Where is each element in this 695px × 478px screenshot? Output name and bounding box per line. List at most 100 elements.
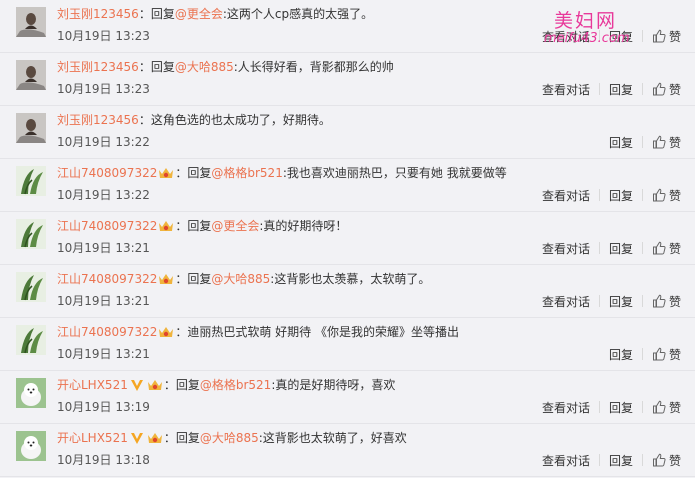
username-link[interactable]: 刘玉刚123456 xyxy=(57,60,139,74)
like-button[interactable]: 赞 xyxy=(652,240,681,257)
comment-actions: 查看对话 回复 赞 xyxy=(542,80,681,98)
comment-actions: 查看对话 回复 赞 xyxy=(542,398,681,416)
view-dialog-button[interactable]: 查看对话 xyxy=(542,452,590,469)
comment-text: :这背影也太羡慕，太软萌了。 xyxy=(270,272,431,286)
comment-text: ：迪丽热巴式软萌 好期待 《你是我的荣耀》坐等播出 xyxy=(175,325,459,339)
username-link[interactable]: 江山7408097322 xyxy=(57,272,157,286)
divider xyxy=(598,83,600,95)
avatar[interactable] xyxy=(16,378,46,408)
comment-item: 开心LHX521 ：回复@大哈885:这背影也太软萌了，好喜欢 10月19日 13… xyxy=(0,424,695,477)
comment-actions: 查看对话 回复 赞 xyxy=(542,451,681,469)
like-label: 赞 xyxy=(668,188,681,203)
thumb-up-icon xyxy=(652,241,666,255)
thumb-up-icon xyxy=(652,135,666,149)
mention-link[interactable]: @大哈885 xyxy=(175,60,234,74)
comment-text: :真的好期待呀！ xyxy=(259,219,348,233)
like-button[interactable]: 赞 xyxy=(652,452,681,469)
view-dialog-button[interactable]: 查看对话 xyxy=(542,293,590,310)
view-dialog-button[interactable]: 查看对话 xyxy=(542,187,590,204)
thumb-up-icon xyxy=(652,82,666,96)
reply-button[interactable]: 回复 xyxy=(609,187,633,204)
like-label: 赞 xyxy=(668,135,681,150)
avatar[interactable] xyxy=(16,219,46,249)
like-label: 赞 xyxy=(668,453,681,468)
username-link[interactable]: 江山7408097322 xyxy=(57,325,157,339)
avatar[interactable] xyxy=(16,60,46,90)
reply-button[interactable]: 回复 xyxy=(609,399,633,416)
mention-link[interactable]: @更全会 xyxy=(211,219,259,233)
view-dialog-button[interactable]: 查看对话 xyxy=(542,399,590,416)
avatar[interactable] xyxy=(16,325,46,355)
mention-link[interactable]: @大哈885 xyxy=(200,431,259,445)
comment-item: 刘玉刚123456：这角色选的也太成功了，好期待。 10月19日 13:22 回… xyxy=(0,106,695,159)
divider xyxy=(641,454,643,466)
comment-timestamp: 10月19日 13:22 xyxy=(57,135,150,149)
username-link[interactable]: 刘玉刚123456 xyxy=(57,7,139,21)
mention-link[interactable]: @格格br521 xyxy=(200,378,271,392)
comment-text: :我也喜欢迪丽热巴，只要有她 我就要做等 xyxy=(282,166,507,180)
avatar[interactable] xyxy=(16,166,46,196)
username-link[interactable]: 开心LHX521 xyxy=(57,431,128,445)
like-label: 赞 xyxy=(668,82,681,97)
comment-timestamp: 10月19日 13:18 xyxy=(57,453,150,467)
view-dialog-button[interactable]: 查看对话 xyxy=(542,81,590,98)
reply-prefix: ：回复 xyxy=(138,60,175,74)
mention-link[interactable]: @格格br521 xyxy=(211,166,282,180)
comment-item: 江山7408097322 ：回复@大哈885:这背影也太羡慕，太软萌了。 10月1… xyxy=(0,265,695,318)
mention-link[interactable]: @大哈885 xyxy=(211,272,270,286)
thumb-up-icon xyxy=(652,347,666,361)
comment-timestamp: 10月19日 13:22 xyxy=(57,188,150,202)
comment-line: 江山7408097322 ：回复@大哈885:这背影也太羡慕，太软萌了。 xyxy=(57,270,685,288)
divider xyxy=(641,189,643,201)
reply-button[interactable]: 回复 xyxy=(609,452,633,469)
thumb-up-icon xyxy=(652,294,666,308)
verified-v-icon xyxy=(130,433,143,444)
avatar[interactable] xyxy=(16,272,46,302)
comment-actions: 查看对话 回复 赞 xyxy=(542,27,681,45)
reply-button[interactable]: 回复 xyxy=(609,134,633,151)
thumb-up-icon xyxy=(652,400,666,414)
view-dialog-button[interactable]: 查看对话 xyxy=(542,240,590,257)
comment-timestamp: 10月19日 13:19 xyxy=(57,400,150,414)
divider xyxy=(641,136,643,148)
reply-button[interactable]: 回复 xyxy=(609,81,633,98)
mention-link[interactable]: @更全会 xyxy=(175,7,223,21)
avatar[interactable] xyxy=(16,7,46,37)
like-button[interactable]: 赞 xyxy=(652,81,681,98)
avatar[interactable] xyxy=(16,113,46,143)
reply-button[interactable]: 回复 xyxy=(609,346,633,363)
reply-button[interactable]: 回复 xyxy=(609,293,633,310)
member-crown-icon xyxy=(159,168,174,178)
reply-prefix: ：回复 xyxy=(175,272,212,286)
username-link[interactable]: 刘玉刚123456 xyxy=(57,113,139,127)
like-button[interactable]: 赞 xyxy=(652,28,681,45)
view-dialog-button[interactable]: 查看对话 xyxy=(542,28,590,45)
like-button[interactable]: 赞 xyxy=(652,399,681,416)
divider xyxy=(598,454,600,466)
divider xyxy=(598,189,600,201)
thumb-up-icon xyxy=(652,29,666,43)
like-button[interactable]: 赞 xyxy=(652,134,681,151)
like-label: 赞 xyxy=(668,347,681,362)
comment-line: 刘玉刚123456：回复@大哈885:人长得好看，背影都那么的帅 xyxy=(57,58,685,76)
username-link[interactable]: 开心LHX521 xyxy=(57,378,128,392)
like-label: 赞 xyxy=(668,241,681,256)
comment-item: 刘玉刚123456：回复@大哈885:人长得好看，背影都那么的帅 10月19日 … xyxy=(0,53,695,106)
reply-button[interactable]: 回复 xyxy=(609,28,633,45)
like-button[interactable]: 赞 xyxy=(652,346,681,363)
like-button[interactable]: 赞 xyxy=(652,187,681,204)
username-link[interactable]: 江山7408097322 xyxy=(57,166,157,180)
comment-actions: 回复 赞 xyxy=(609,133,681,151)
comment-timestamp: 10月19日 13:21 xyxy=(57,294,150,308)
comment-line: 刘玉刚123456：回复@更全会:这两个人cp感真的太强了。 xyxy=(57,5,685,23)
username-link[interactable]: 江山7408097322 xyxy=(57,219,157,233)
comment-actions: 查看对话 回复 赞 xyxy=(542,292,681,310)
comment-text: :人长得好看，背影都那么的帅 xyxy=(233,60,394,74)
like-button[interactable]: 赞 xyxy=(652,293,681,310)
comment-list: 刘玉刚123456：回复@更全会:这两个人cp感真的太强了。 10月19日 13… xyxy=(0,0,695,477)
reply-button[interactable]: 回复 xyxy=(609,240,633,257)
divider xyxy=(598,30,600,42)
comment-line: 江山7408097322 ：回复@更全会:真的好期待呀！ xyxy=(57,217,685,235)
avatar[interactable] xyxy=(16,431,46,461)
reply-prefix: ：回复 xyxy=(163,378,200,392)
